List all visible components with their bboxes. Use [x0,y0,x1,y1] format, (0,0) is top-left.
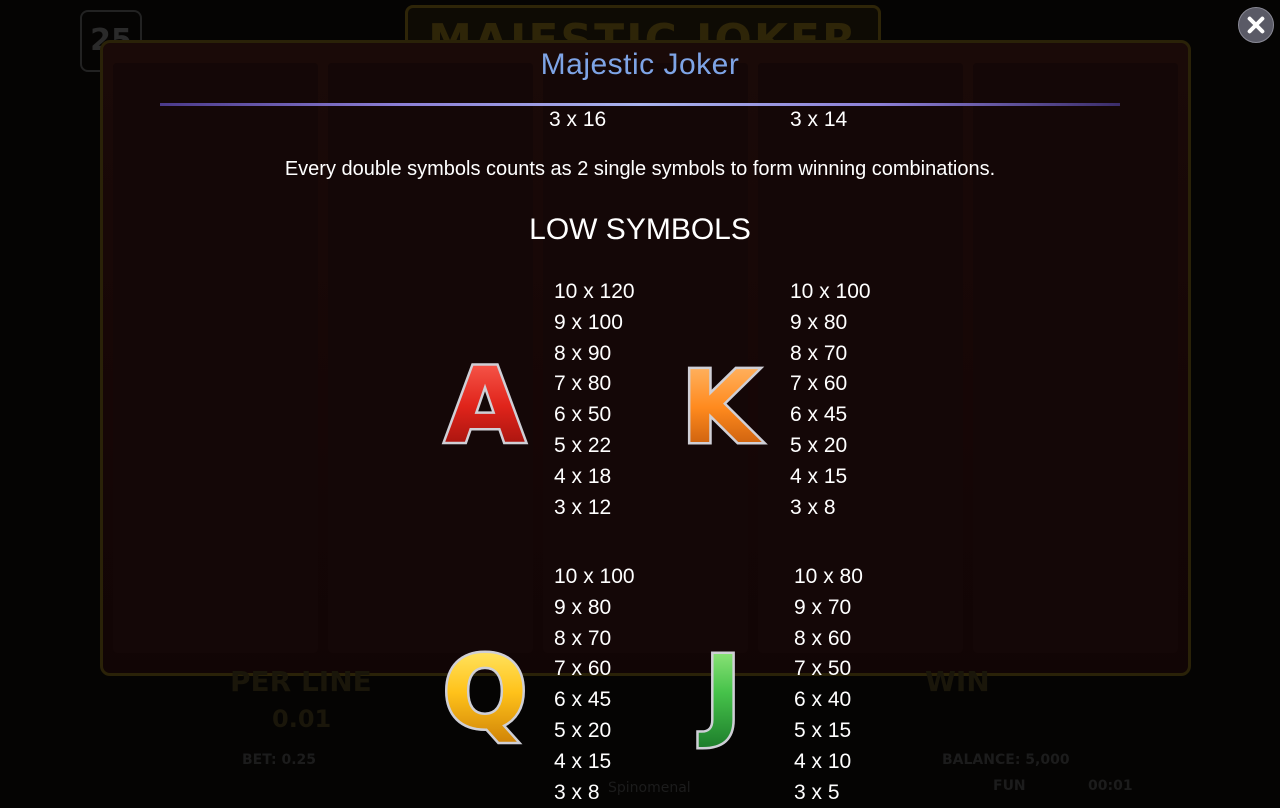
pay-row: 4 x 10 [794,749,852,773]
clock: 00:01 [1088,778,1133,794]
page-title: Majestic Joker [540,48,740,81]
pay-row: 3 x 12 [554,495,612,519]
pay-row: 5 x 15 [794,718,852,742]
pay-row: 10 x 100 [790,280,871,303]
pay-row: 4 x 15 [554,749,612,773]
game-background: MAJESTIC JOKER 25 PER LINE 0.01 WIN BET:… [0,0,1280,800]
pay-row: 10 x 100 [554,565,635,588]
pay-row: 9 x 100 [554,310,623,334]
pay-row: 8 x 70 [554,626,612,650]
symbol-letter: A [445,345,526,467]
symbol-letter: J [698,634,741,751]
queen-paytable: 10 x 100 9 x 80 8 x 70 7 x 60 6 x 45 5 x… [554,562,635,808]
pay-row: 7 x 50 [794,657,852,681]
top-pay-left: 3 x 16 [549,108,607,131]
pay-row: 7 x 80 [554,372,612,396]
win-label: WIN [925,665,990,698]
per-line-value: 0.01 [272,705,332,733]
jack-paytable: 10 x 80 9 x 70 8 x 60 7 x 50 6 x 40 5 x … [794,562,863,808]
per-line-label: PER LINE [230,665,372,698]
pay-row: 8 x 70 [790,341,848,365]
pay-row: 8 x 60 [794,626,852,650]
king-symbol-icon: K [665,345,775,469]
pay-row: 6 x 45 [554,688,612,712]
pay-row: 9 x 80 [790,310,848,334]
ace-symbol-icon: A [430,343,540,470]
reels-frame [100,40,1191,676]
pay-row: 9 x 80 [554,595,612,619]
pay-row: 5 x 20 [790,433,848,457]
double-symbols-note: Every double symbols counts as 2 single … [284,158,996,180]
pay-row: 7 x 60 [790,372,848,396]
fun-label: FUN [993,778,1026,794]
pay-row: 8 x 90 [554,341,612,365]
pay-row: 6 x 45 [790,403,848,427]
pay-row: 4 x 18 [554,464,612,488]
section-title: LOW SYMBOLS [529,213,751,246]
close-button[interactable] [1238,7,1274,43]
pay-row: 5 x 20 [554,718,612,742]
pay-row: 6 x 40 [794,688,852,712]
pay-row: 3 x 8 [790,495,836,519]
reel [973,63,1178,653]
pay-row: 6 x 50 [554,403,612,427]
symbol-letter: K [681,349,762,466]
jack-symbol-icon: J [668,630,778,754]
pay-row: 9 x 70 [794,595,852,619]
pay-row: 5 x 22 [554,433,612,457]
balance-text: BALANCE: 5,000 [942,752,1070,768]
pay-row: 3 x 8 [554,780,600,804]
king-paytable: 10 x 100 9 x 80 8 x 70 7 x 60 6 x 45 5 x… [790,277,871,523]
pay-row: 10 x 120 [554,280,635,303]
reel [113,63,318,653]
pay-row: 7 x 60 [554,657,612,681]
symbol-letter: Q [442,634,527,751]
pay-row: 10 x 80 [794,565,863,588]
bet-text: BET: 0.25 [242,752,317,768]
pay-row: 4 x 15 [790,464,848,488]
ace-paytable: 10 x 120 9 x 100 8 x 90 7 x 80 6 x 50 5 … [554,277,635,523]
queen-symbol-icon: Q [430,630,540,754]
top-pay-right: 3 x 14 [790,108,848,131]
pay-row: 3 x 5 [794,780,840,804]
title-divider [160,103,1120,106]
